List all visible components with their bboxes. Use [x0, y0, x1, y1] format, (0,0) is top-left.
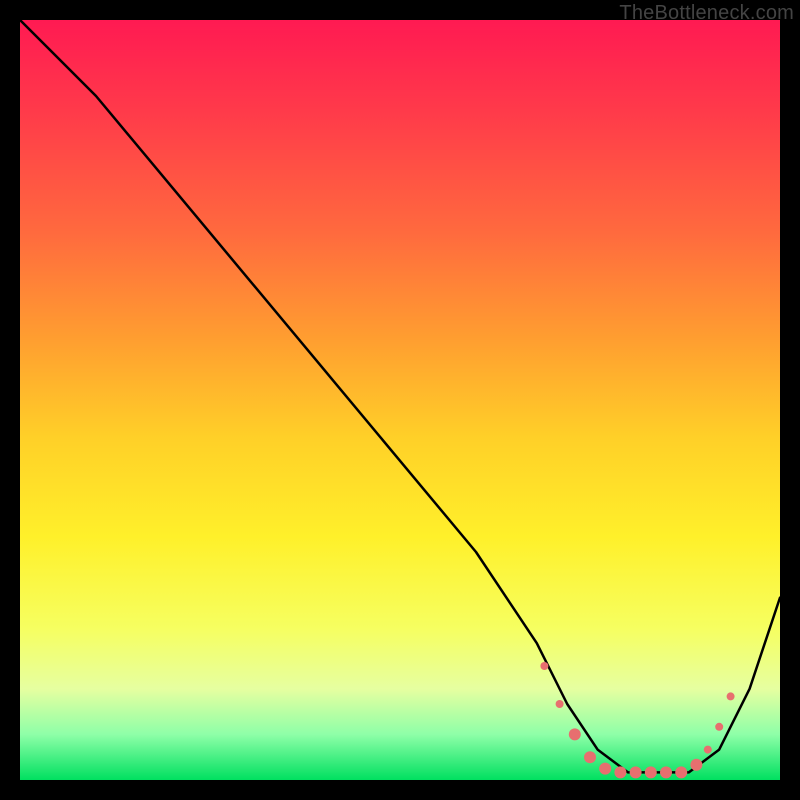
marker-dot [715, 723, 723, 731]
marker-dot [584, 751, 596, 763]
marker-dot [704, 746, 712, 754]
curve-svg [20, 20, 780, 780]
marker-dot [569, 728, 581, 740]
marker-dot [630, 766, 642, 778]
marker-dot [556, 700, 564, 708]
marker-dot [540, 662, 548, 670]
marker-dot [660, 766, 672, 778]
marker-dot [690, 759, 702, 771]
marker-dot [727, 692, 735, 700]
marker-dot [675, 766, 687, 778]
marker-dot [614, 766, 626, 778]
marker-dot [599, 763, 611, 775]
plot-area [20, 20, 780, 780]
marker-dot [645, 766, 657, 778]
chart-frame: TheBottleneck.com [0, 0, 800, 800]
bottleneck-curve [20, 20, 780, 772]
